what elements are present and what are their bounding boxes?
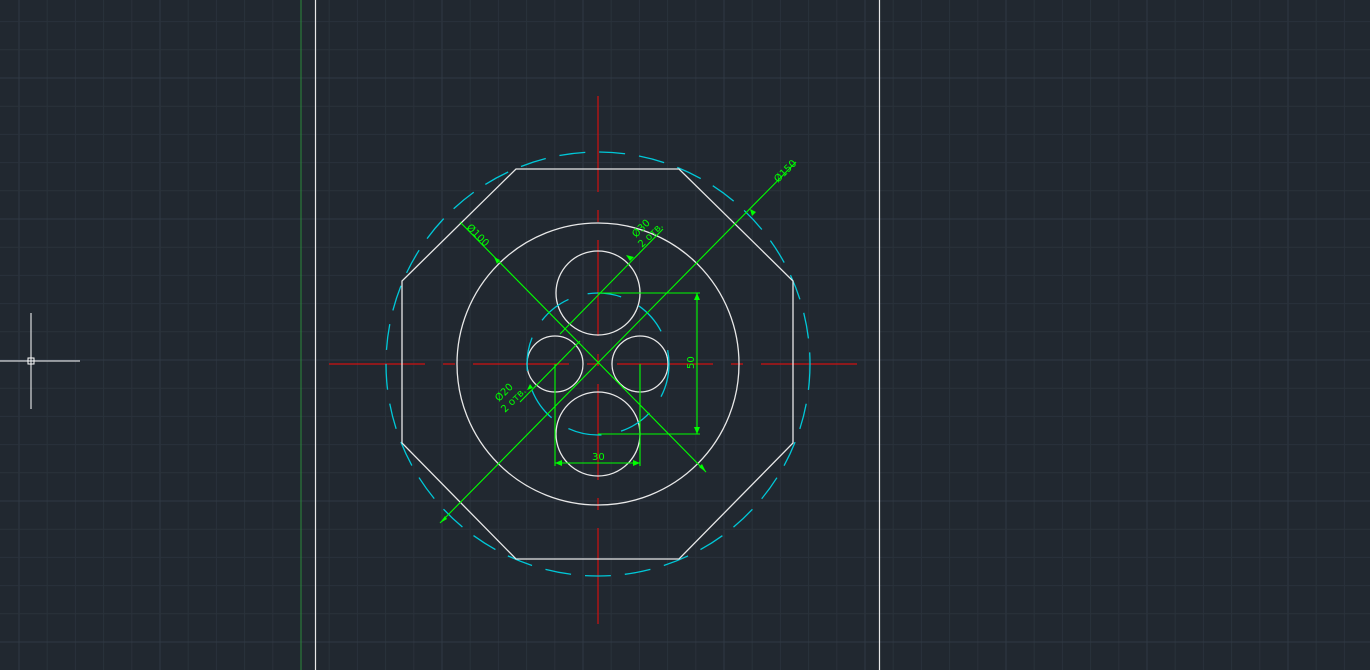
dim-30-spacing-label[interactable]: 30 [592, 452, 605, 463]
model-space-background[interactable] [0, 0, 1370, 670]
dim-50-label[interactable]: 50 [686, 356, 697, 369]
drawing-viewport[interactable]: Ø150 Ø100 Ø30 2 отв. Ø20 2 отв. 50 30 [0, 0, 1370, 670]
